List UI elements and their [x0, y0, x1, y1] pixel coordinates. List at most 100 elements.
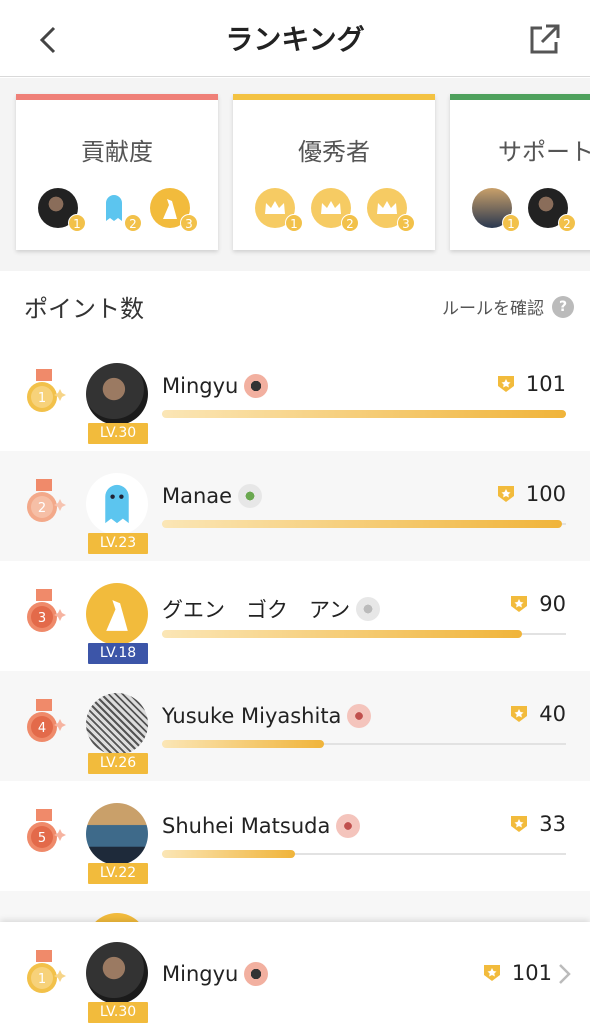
rank-badge-icon [347, 704, 372, 728]
section-title: ポイント数 [24, 295, 144, 323]
medal-icon: 5 [27, 809, 66, 852]
avatar[interactable] [86, 693, 148, 755]
progress-track [162, 740, 566, 748]
rank-badge-icon [244, 962, 269, 986]
card-top-users: 1 2 [472, 188, 576, 232]
medal-icon: 1 [27, 369, 66, 412]
crown-avatar: 2 [311, 188, 359, 232]
crown-icon [321, 201, 341, 214]
progress-track [162, 520, 566, 528]
user-name: Manae [162, 484, 263, 508]
svg-text:3: 3 [38, 611, 46, 626]
top-user-avatar: 3 [150, 188, 198, 232]
star-shield-icon [497, 376, 514, 392]
svg-text:4: 4 [38, 721, 46, 736]
share-button[interactable] [528, 22, 562, 56]
rank-badge-icon [244, 374, 269, 398]
level-badge: LV.30 [88, 423, 148, 444]
top-user-avatar: 1 [472, 188, 520, 232]
ranking-row[interactable]: 2 LV.23 Manae 100 [0, 451, 590, 561]
level-badge: LV.23 [88, 533, 148, 554]
ranking-row[interactable]: 4 LV.26 Yusuke Miyashita 40 [0, 671, 590, 781]
avatar[interactable] [86, 473, 148, 535]
share-external-icon [530, 24, 560, 54]
medal-icon: 4 [27, 699, 66, 742]
card-support[interactable]: サポート 1 2 [450, 94, 590, 250]
user-name: Mingyu [162, 962, 269, 986]
rules-link-label: ルールを確認 [442, 299, 544, 319]
ranking-row[interactable]: 3 LV.18 グエン ゴク アン 90 [0, 561, 590, 671]
star-shield-icon [511, 816, 528, 832]
medal-icon: 2 [27, 479, 66, 522]
crown-avatar: 1 [255, 188, 303, 232]
user-name: Mingyu [162, 374, 269, 398]
point-score: 40 [509, 702, 566, 726]
star-shield-icon [497, 486, 514, 502]
crown-avatar: 3 [367, 188, 415, 232]
point-score: 101 [482, 961, 552, 985]
svg-text:1: 1 [38, 391, 46, 406]
user-name: Yusuke Miyashita [162, 704, 372, 728]
ranking-list: 1 LV.30 Mingyu 101 2 LV.23 Manae 100 3 L… [0, 341, 590, 891]
avatar[interactable] [86, 942, 148, 1004]
svg-text:2: 2 [38, 501, 46, 516]
progress-track [162, 850, 566, 858]
avatar[interactable] [86, 583, 148, 645]
level-badge: LV.30 [88, 1002, 148, 1023]
progress-bar [162, 410, 566, 418]
top-user-avatar: 1 [38, 188, 86, 232]
rank-badge-icon [336, 814, 361, 838]
star-shield-icon [483, 965, 500, 981]
card-top-users: 1 2 3 [255, 188, 415, 232]
point-score: 101 [496, 372, 566, 396]
help-icon: ? [552, 295, 574, 318]
svg-text:1: 1 [38, 972, 46, 987]
points-section-header: ポイント数 ルールを確認 ? [0, 271, 590, 341]
point-score: 90 [509, 592, 566, 616]
card-contribution[interactable]: 貢献度 1 2 3 [16, 94, 218, 250]
ranking-screen: ランキング 貢献度 1 2 3 優秀者 1 2 3 サポート 1 2 ポイント数… [0, 0, 590, 1024]
ghost-icon [105, 484, 129, 524]
level-badge: LV.22 [88, 863, 148, 884]
crown-icon [377, 201, 397, 214]
page-title: ランキング [225, 23, 365, 56]
card-title: 優秀者 [298, 138, 370, 166]
svg-text:5: 5 [38, 831, 46, 846]
crown-icon [265, 201, 285, 214]
star-shield-icon [511, 596, 528, 612]
chevron-right-icon [559, 964, 571, 984]
sprout-badge-icon [238, 484, 263, 508]
progress-bar [162, 520, 562, 528]
progress-track [162, 410, 566, 418]
point-score: 33 [509, 812, 566, 836]
avatar[interactable] [86, 363, 148, 425]
level-badge: LV.18 [88, 643, 148, 664]
card-top-users: 1 2 3 [38, 188, 198, 232]
giraffe-icon [106, 600, 128, 631]
user-name: Shuhei Matsuda [162, 814, 361, 838]
category-cards: 貢献度 1 2 3 優秀者 1 2 3 サポート 1 2 [0, 78, 590, 271]
card-excellent[interactable]: 優秀者 1 2 3 [233, 94, 435, 250]
header: ランキング [0, 0, 590, 77]
card-title: 貢献度 [81, 138, 153, 166]
progress-track [162, 630, 566, 638]
medal-icon: 3 [27, 589, 66, 632]
progress-bar [162, 740, 324, 748]
medal-icon: 1 [27, 950, 66, 993]
rank-badge-icon [356, 597, 381, 621]
point-score: 100 [496, 482, 566, 506]
card-title: サポート [498, 138, 590, 166]
my-ranking-bar[interactable]: 1 LV.30 Mingyu 101 [0, 922, 590, 1024]
level-badge: LV.26 [88, 753, 148, 774]
top-user-avatar: 2 [528, 188, 576, 232]
avatar[interactable] [86, 803, 148, 865]
ranking-row[interactable]: 5 LV.22 Shuhei Matsuda 33 [0, 781, 590, 891]
progress-bar [162, 630, 522, 638]
ghost-icon [106, 195, 122, 221]
rules-link[interactable]: ルールを確認 ? [442, 294, 574, 319]
progress-bar [162, 850, 296, 858]
top-user-avatar: 2 [94, 188, 142, 232]
star-shield-icon [511, 706, 528, 722]
ranking-row[interactable]: 1 LV.30 Mingyu 101 [0, 341, 590, 451]
giraffe-icon [163, 199, 177, 219]
